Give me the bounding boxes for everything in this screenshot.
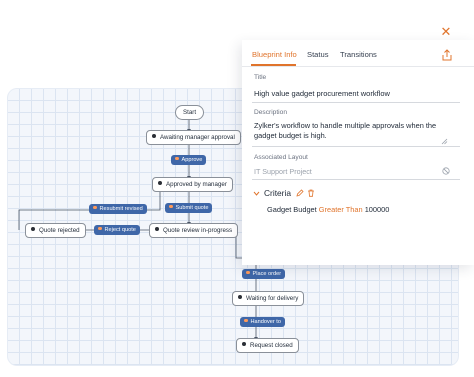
description-underline <box>252 146 460 147</box>
layout-label: Associated Layout <box>254 154 308 161</box>
title-label: Title <box>254 74 267 81</box>
node-start-label: Start <box>183 109 197 116</box>
criteria-row: Gadget Budget Greater Than 100000 <box>267 205 389 214</box>
transition-label: Reject quote <box>104 227 136 233</box>
node-label: Approved by manager <box>166 181 227 188</box>
transition-dot-icon <box>93 205 97 210</box>
tab-status[interactable]: Status <box>307 50 329 59</box>
node-quote-review-in-progress[interactable]: Quote review in-progress <box>149 223 239 238</box>
transition-dot-icon <box>98 226 102 231</box>
transition-label: Approve <box>181 157 203 163</box>
resize-handle-icon[interactable] <box>441 138 448 145</box>
node-approved-by-manager[interactable]: Approved by manager <box>152 177 233 192</box>
transition-resubmit-revised[interactable]: Resubmit revised <box>89 204 147 214</box>
node-label: Awaiting manager approval <box>160 134 235 141</box>
transition-dot-icon <box>169 204 173 209</box>
criteria-title: Criteria <box>264 188 291 198</box>
node-label: Quote review in-progress <box>163 227 233 234</box>
transition-dot-icon <box>175 156 179 161</box>
tab-transitions[interactable]: Transitions <box>340 50 377 59</box>
close-icon[interactable]: ✕ <box>440 25 452 38</box>
node-label: Quote rejected <box>39 227 80 234</box>
node-quote-rejected[interactable]: Quote rejected <box>25 223 86 238</box>
state-dot-icon <box>155 227 159 232</box>
transition-dot-icon <box>246 270 250 275</box>
transition-place-order[interactable]: Place order <box>242 269 286 279</box>
criteria-value: 100000 <box>364 205 390 214</box>
state-dot-icon <box>242 342 246 347</box>
state-dot-icon <box>152 134 156 139</box>
node-start[interactable]: Start <box>175 105 205 120</box>
tab-blueprint-info[interactable]: Blueprint Info <box>252 50 297 59</box>
title-field[interactable]: High value gadget procurement workflow <box>254 89 390 98</box>
trash-icon[interactable] <box>307 189 315 197</box>
description-label: Description <box>254 109 287 116</box>
layout-field[interactable]: IT Support Project <box>254 167 312 176</box>
active-tab-indicator <box>251 64 296 66</box>
panel-tabs: Blueprint Info Status Transitions <box>242 40 474 67</box>
transition-label: Submit quote <box>175 205 209 211</box>
transition-dot-icon <box>244 318 248 323</box>
transition-approve[interactable]: Approve <box>171 155 207 165</box>
ban-icon[interactable] <box>442 167 450 175</box>
transition-submit-quote[interactable]: Submit quote <box>165 203 213 213</box>
transition-handover-to[interactable]: Handover to <box>240 317 285 327</box>
criteria-field: Gadget Budget <box>267 205 317 214</box>
node-request-closed[interactable]: Request closed <box>236 338 299 353</box>
node-waiting-for-delivery[interactable]: Waiting for delivery <box>232 291 305 306</box>
blueprint-info-panel: Blueprint Info Status Transitions Title … <box>242 40 474 265</box>
transition-reject-quote[interactable]: Reject quote <box>94 225 140 235</box>
state-dot-icon <box>31 227 35 232</box>
criteria-operator: Greater Than <box>318 205 363 214</box>
node-label: Waiting for delivery <box>246 295 299 302</box>
state-dot-icon <box>158 181 162 186</box>
transition-label: Handover to <box>250 319 281 325</box>
transition-label: Place order <box>252 271 282 277</box>
layout-underline <box>252 179 460 180</box>
share-icon[interactable] <box>441 49 453 61</box>
title-underline <box>252 102 460 103</box>
edit-icon[interactable] <box>296 189 304 197</box>
transition-label: Resubmit revised <box>99 206 143 212</box>
node-label: Request closed <box>250 342 293 349</box>
chevron-down-icon[interactable] <box>253 190 260 197</box>
description-field[interactable]: Zylker's workflow to handle multiple app… <box>254 121 452 141</box>
node-awaiting-manager-approval[interactable]: Awaiting manager approval <box>146 130 241 145</box>
state-dot-icon <box>238 295 242 300</box>
